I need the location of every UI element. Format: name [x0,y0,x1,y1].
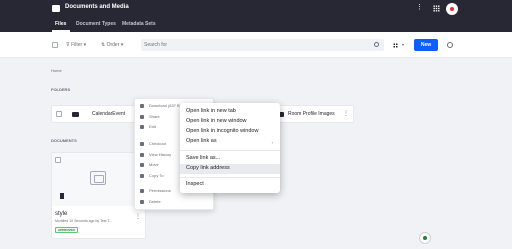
document-card[interactable]: style Modified 19 Seconds ago by Test T.… [51,152,146,239]
apps-grid-icon[interactable] [433,5,440,12]
history-icon [140,153,144,157]
order-button[interactable]: ⇅ Order ▾ [101,42,123,48]
folders-heading: FOLDERS [51,87,71,92]
tab-files[interactable]: Files [55,21,66,27]
breadcrumb[interactable]: Home [51,68,62,73]
info-icon[interactable] [447,42,453,48]
app-title: Documents and Media [65,4,129,10]
menu-item-share[interactable]: Share [149,114,160,119]
search-icon[interactable] [374,42,379,47]
menu-item-move[interactable]: Move [149,162,159,167]
view-cards-icon[interactable] [393,43,398,48]
folder-card[interactable]: CalendarEvent [51,105,147,123]
permissions-icon [140,189,144,193]
ctx-inspect[interactable]: Inspect [186,181,204,187]
documents-heading: DOCUMENTS [51,138,77,143]
folder-checkbox[interactable] [56,111,62,117]
download-icon [140,104,144,108]
trash-icon [140,200,144,204]
move-folder-icon [140,163,144,167]
new-button[interactable]: New [414,39,438,51]
folder-icon [72,112,79,117]
ctx-open-incognito[interactable]: Open link in incognito window [186,128,258,134]
document-thumbnail[interactable] [52,153,145,206]
menu-item-delete[interactable]: Delete [149,199,161,204]
tab-document-types[interactable]: Document Types [76,21,116,27]
pencil-icon [140,125,144,129]
divider [180,150,280,151]
chevron-down-icon[interactable]: ▾ [402,42,404,47]
ctx-copy-link-address[interactable]: Copy link address [186,165,230,171]
menu-item-edit[interactable]: Edit [149,124,156,129]
search-input[interactable] [144,40,344,50]
menu-item-download[interactable]: Download (837 B) [149,103,181,108]
floating-action-button[interactable] [419,232,431,244]
ctx-open-link-as[interactable]: Open link as [186,138,217,144]
document-meta: Modified 19 Seconds ago by Test T... [55,219,113,223]
ctx-open-new-tab[interactable]: Open link in new tab [186,108,236,114]
chevron-right-icon: › [271,140,273,145]
more-vertical-icon[interactable]: ⋮ [343,110,349,117]
status-badge: APPROVED [55,227,78,233]
tab-bar: Files Document Types Metadata Sets [0,18,512,32]
menu-item-view-history[interactable]: View History [149,152,171,157]
app-header: Documents and Media ⋮ [0,0,512,18]
document-checkbox[interactable] [55,157,61,163]
menu-item-permissions[interactable]: Permissions [149,188,171,193]
ctx-open-new-window[interactable]: Open link in new window [186,118,247,124]
order-label: Order [106,42,120,48]
folder-card[interactable]: Room Profile Images ⋮ [270,105,354,123]
more-vertical-icon[interactable]: ⋮ [416,3,423,11]
file-icon [60,193,64,199]
menu-item-checkout[interactable]: Checkout [149,141,166,146]
tab-metadata-sets[interactable]: Metadata Sets [122,21,156,27]
menu-item-copy-to[interactable]: Copy To [149,173,164,178]
avatar[interactable] [446,3,458,15]
ctx-save-link-as[interactable]: Save link as... [186,155,220,161]
share-icon [140,115,144,119]
folder-name[interactable]: Room Profile Images [288,111,335,117]
folder-icon [52,5,60,12]
document-title[interactable]: style [55,211,67,217]
copy-icon [140,174,144,178]
search-bar [141,39,384,51]
lock-icon [140,142,144,146]
divider [180,177,280,178]
filter-button[interactable]: ⊽ Filter ▾ [66,42,86,48]
browser-context-menu: Open link in new tab Open link in new wi… [180,103,280,193]
image-placeholder-icon [90,171,106,185]
filter-label: Filter [71,42,83,48]
more-vertical-icon[interactable]: ⋮ [135,213,141,220]
select-all-checkbox[interactable] [52,42,58,48]
folder-name[interactable]: CalendarEvent [92,111,125,117]
